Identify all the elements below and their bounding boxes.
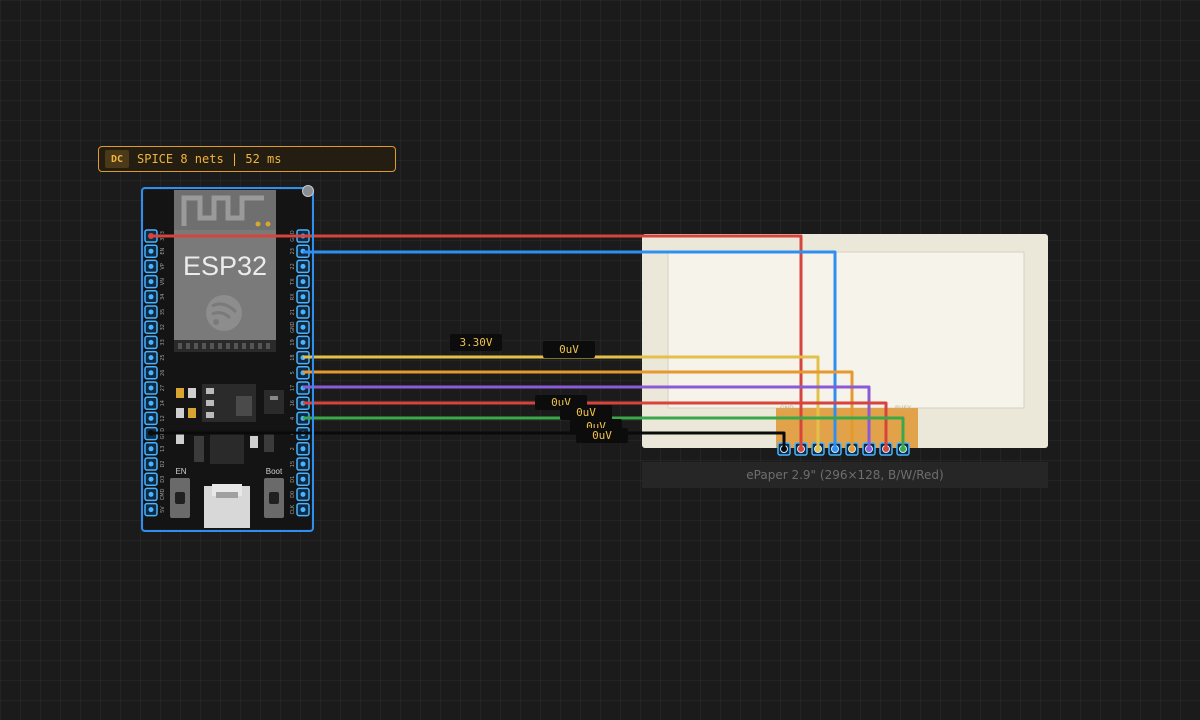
voltage-label-din: 0uV xyxy=(543,341,595,358)
esp32-selection-frame[interactable] xyxy=(141,187,314,532)
epaper-display-area xyxy=(667,251,1025,409)
voltage-label-gnd: 0uV xyxy=(576,428,628,443)
voltage-label-3v3: 3.30V xyxy=(450,334,502,351)
connector-label-busy: BUSY xyxy=(895,405,911,412)
epaper-caption: ePaper 2.9" (296×128, B/W/Red) xyxy=(642,462,1048,488)
epaper-module[interactable]: GND BUSY xyxy=(642,234,1048,456)
voltage-label-busy: 0uV xyxy=(560,405,612,420)
esp32-resize-handle[interactable] xyxy=(302,185,314,197)
connector-label-gnd: GND xyxy=(780,405,794,412)
epaper-fpc-connector xyxy=(776,408,918,448)
